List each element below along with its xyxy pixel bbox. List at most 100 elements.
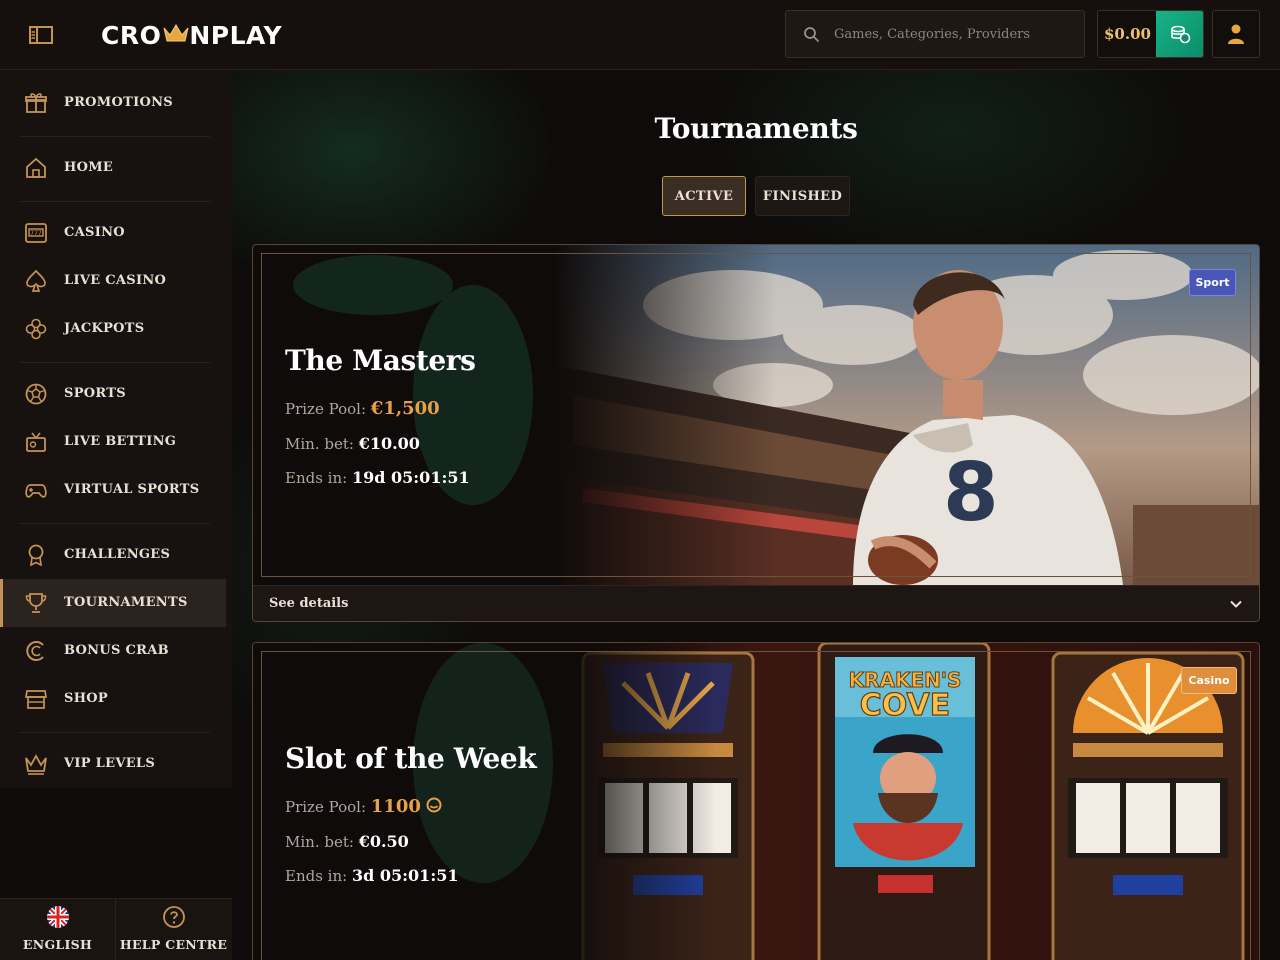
- ends-in-label: Ends in:: [285, 469, 348, 487]
- main-content: Tournaments ACTIVE FINISHED Sport The Ma…: [232, 70, 1280, 960]
- user-icon: [1228, 24, 1244, 44]
- sidebar-item-label: TOURNAMENTS: [64, 595, 188, 610]
- ends-in-label: Ends in:: [285, 867, 348, 885]
- crown-icon: [25, 754, 47, 775]
- medal-icon: [28, 544, 44, 567]
- help-centre-label: HELP CENTRE: [119, 937, 228, 952]
- min-bet-value: €0.50: [358, 832, 409, 851]
- ends-in-row: Ends in: 3d 05:01:51: [285, 866, 458, 885]
- sidebar-item-label: SPORTS: [64, 386, 126, 401]
- slot-machine-icon: 777: [25, 223, 47, 243]
- sidebar-item-label: LIVE BETTING: [64, 434, 177, 449]
- logo-text-left: CRO: [101, 20, 162, 50]
- sidebar-item-label: PROMOTIONS: [64, 95, 173, 110]
- logo-crown-icon: [163, 24, 189, 42]
- sidebar-item-shop[interactable]: SHOP: [0, 675, 226, 723]
- min-bet-row: Min. bet: €10.00: [285, 434, 420, 453]
- tab-finished[interactable]: FINISHED: [755, 176, 850, 216]
- prize-pool-row: Prize Pool: €1,500: [285, 398, 440, 419]
- ends-in-value: 19d 05:01:51: [351, 468, 470, 487]
- tournament-card[interactable]: KRAKEN'S COVE Casino Slo: [252, 642, 1260, 960]
- search-icon: [804, 27, 820, 43]
- nav-divider: [20, 732, 210, 733]
- sidebar-item-sports[interactable]: SPORTS: [0, 370, 226, 418]
- tab-active[interactable]: ACTIVE: [662, 176, 746, 216]
- clover-icon: [25, 318, 47, 340]
- balance-amount: $0.00: [1104, 25, 1151, 43]
- sidebar-item-label: CHALLENGES: [64, 547, 171, 562]
- sidebar-item-promotions[interactable]: PROMOTIONS: [0, 79, 226, 127]
- sidebar-item-jackpots[interactable]: JACKPOTS: [0, 305, 226, 353]
- language-label: ENGLISH: [22, 937, 93, 952]
- trophy-icon: [25, 593, 47, 613]
- tournament-title: Slot of the Week: [285, 742, 537, 775]
- sidebar-item-casino[interactable]: 777 CASINO: [0, 209, 226, 257]
- nav-divider: [20, 362, 210, 363]
- sidebar-item-virtual-sports[interactable]: VIRTUAL SPORTS: [0, 466, 226, 514]
- sidebar-item-label: CASINO: [64, 225, 125, 240]
- sidebar-item-tournaments[interactable]: TOURNAMENTS: [0, 579, 226, 627]
- sidebar-item-live-betting[interactable]: LIVE BETTING: [0, 418, 226, 466]
- balance-widget[interactable]: $0.00: [1097, 10, 1204, 58]
- ends-in-value: 3d 05:01:51: [351, 866, 459, 885]
- min-bet-value: €10.00: [358, 434, 420, 453]
- sidebar-toggle-icon[interactable]: [28, 23, 54, 47]
- category-badge: Casino: [1181, 667, 1237, 694]
- sidebar-item-label: VIP LEVELS: [64, 756, 156, 771]
- sidebar-item-bonus-crab[interactable]: BONUS CRAB: [0, 627, 226, 675]
- sidebar-item-home[interactable]: HOME: [0, 144, 226, 192]
- sidebar-item-label: VIRTUAL SPORTS: [64, 482, 200, 497]
- crownplay-logo[interactable]: CRO NPLAY: [101, 20, 282, 50]
- gift-icon: [25, 93, 47, 113]
- tournament-card[interactable]: 8 Sport The Masters Prize Pool: €1,500 M…: [252, 244, 1260, 622]
- category-badge: Sport: [1189, 269, 1236, 296]
- sidebar-item-label: HOME: [64, 160, 114, 175]
- see-details-button[interactable]: See details: [253, 585, 1259, 621]
- uk-flag-icon: [46, 906, 69, 928]
- sidebar-item-challenges[interactable]: CHALLENGES: [0, 531, 226, 579]
- soccer-ball-icon: [25, 383, 47, 405]
- top-header: CRO NPLAY $0.00: [0, 0, 1280, 70]
- min-bet-label: Min. bet:: [285, 833, 354, 851]
- chevron-down-icon: [1230, 600, 1242, 608]
- search-input[interactable]: [834, 11, 1074, 57]
- logo-text-right: NPLAY: [189, 20, 283, 50]
- sidebar-item-vip-levels[interactable]: VIP LEVELS: [0, 740, 226, 788]
- tournament-title: The Masters: [285, 344, 476, 377]
- prize-pool-value: 1100: [370, 796, 421, 817]
- sidebar-item-label: JACKPOTS: [64, 321, 145, 336]
- see-details-label: See details: [269, 596, 349, 611]
- live-tv-icon: [26, 432, 46, 452]
- sidebar: PROMOTIONS HOME 777 CASINO LIVE CASINO J…: [0, 70, 232, 788]
- coins-icon: [1171, 25, 1191, 44]
- deposit-button[interactable]: [1156, 11, 1203, 57]
- ends-in-row: Ends in: 19d 05:01:51: [285, 468, 470, 487]
- search-box[interactable]: [785, 10, 1085, 58]
- prize-pool-row: Prize Pool: 1100: [285, 796, 442, 817]
- language-selector[interactable]: ENGLISH: [0, 899, 115, 960]
- crab-icon: [26, 641, 44, 661]
- home-icon: [26, 157, 46, 178]
- prize-pool-value: €1,500: [370, 398, 440, 419]
- nav-divider: [20, 201, 210, 202]
- svg-text:777: 777: [30, 230, 42, 237]
- min-bet-row: Min. bet: €0.50: [285, 832, 409, 851]
- nav-divider: [20, 523, 210, 524]
- sidebar-item-label: SHOP: [64, 691, 108, 706]
- min-bet-label: Min. bet:: [285, 435, 354, 453]
- sidebar-item-live-casino[interactable]: LIVE CASINO: [0, 257, 226, 305]
- prize-pool-label: Prize Pool:: [285, 400, 367, 418]
- shop-icon: [24, 690, 48, 709]
- sidebar-item-label: BONUS CRAB: [64, 643, 169, 658]
- coin-icon: [426, 797, 442, 813]
- spade-icon: [26, 269, 46, 292]
- sidebar-item-label: LIVE CASINO: [64, 273, 167, 288]
- help-centre-button[interactable]: HELP CENTRE: [116, 899, 231, 960]
- sidebar-footer: ENGLISH HELP CENTRE: [0, 898, 232, 960]
- profile-button[interactable]: [1212, 10, 1260, 58]
- help-icon: [162, 906, 185, 928]
- gamepad-icon: [25, 484, 47, 498]
- nav-divider: [20, 136, 210, 137]
- page-title: Tournaments: [654, 112, 858, 145]
- prize-pool-label: Prize Pool:: [285, 798, 367, 816]
